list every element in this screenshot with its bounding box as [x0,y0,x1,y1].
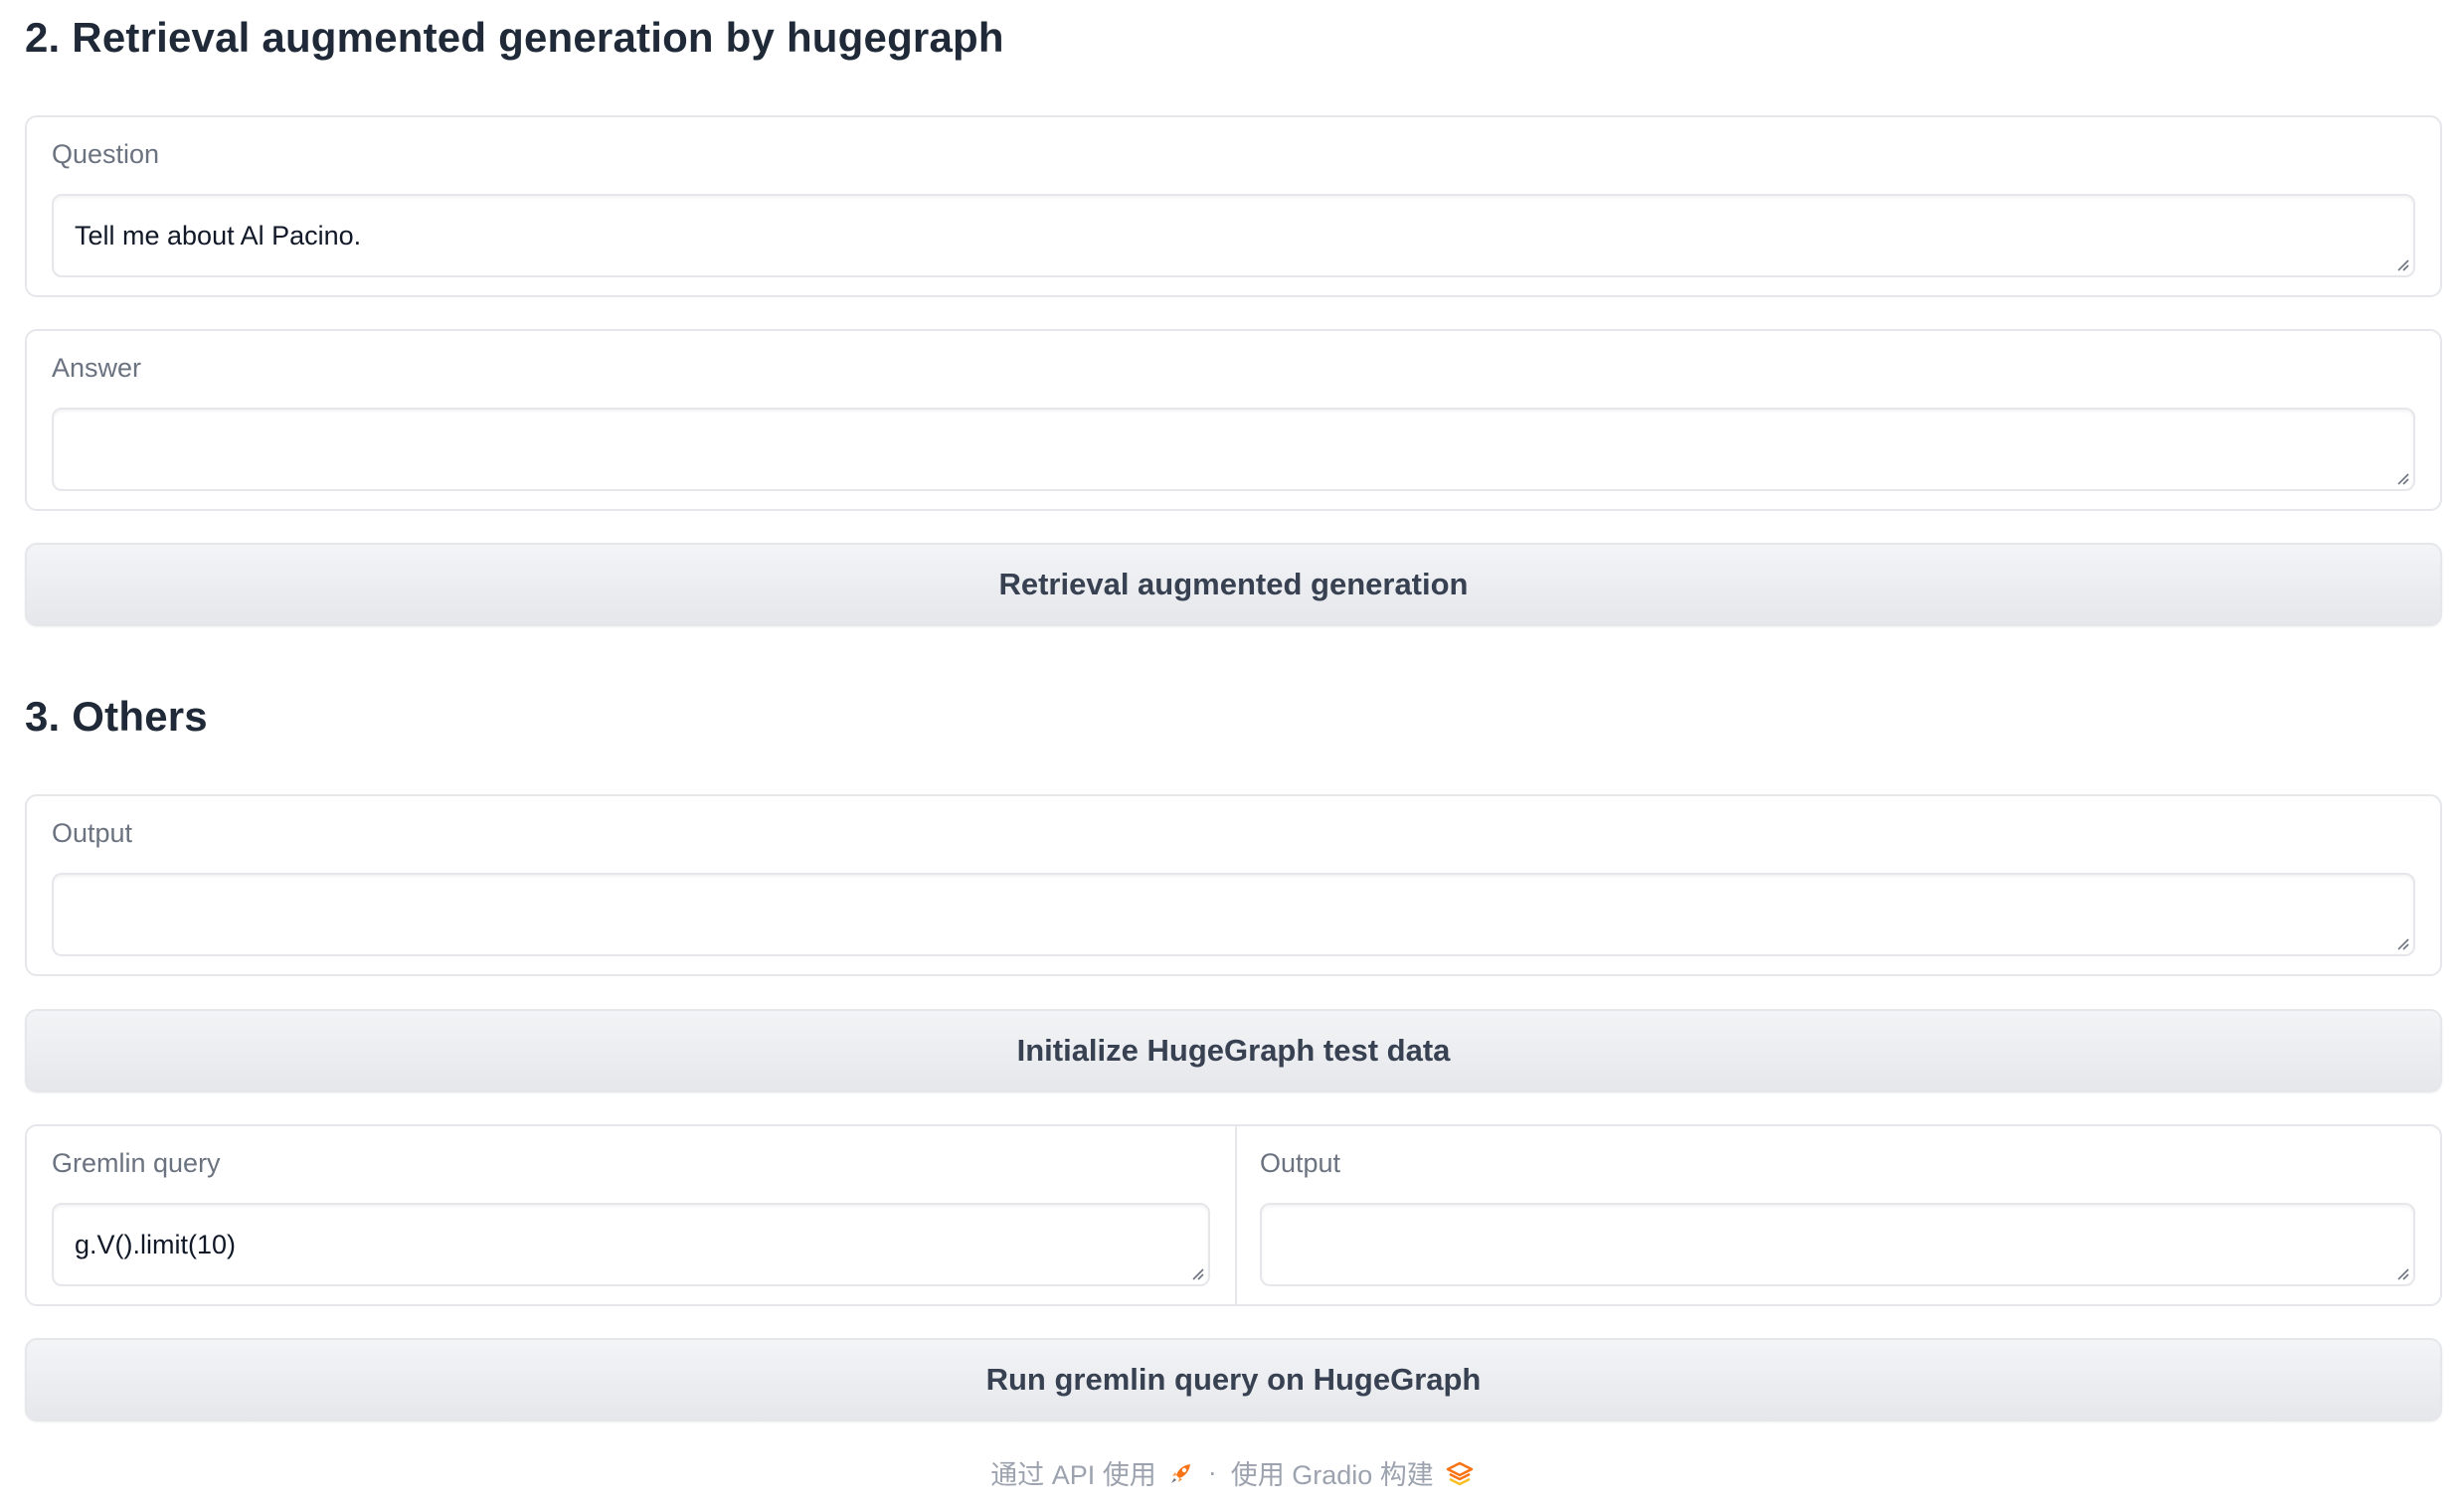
gremlin-query-label: Gremlin query [52,1148,221,1178]
answer-block: Answer [25,329,2442,511]
question-label: Question [52,139,160,169]
resize-handle-icon[interactable] [2393,469,2409,485]
gremlin-output-label: Output [1260,1148,1341,1178]
gradio-logo-icon [1446,1461,1473,1485]
question-block: Question Tell me about Al Pacino. [25,115,2442,297]
resize-handle-icon[interactable] [1188,1264,1204,1280]
run-gremlin-button[interactable]: Run gremlin query on HugeGraph [25,1338,2442,1421]
resize-handle-icon[interactable] [2393,934,2409,950]
rocket-icon [1170,1463,1190,1483]
answer-output[interactable] [52,408,2415,491]
output-block: Output [25,794,2442,976]
gremlin-query-value: g.V().limit(10) [75,1229,237,1259]
output-field[interactable] [52,873,2415,956]
gremlin-row: Gremlin query g.V().limit(10) Output [25,1124,2442,1306]
init-test-data-button[interactable]: Initialize HugeGraph test data [25,1009,2442,1092]
rag-button[interactable]: Retrieval augmented generation [25,543,2442,626]
gradio-link-label: 使用 Gradio 构建 [1230,1460,1434,1490]
section-title-rag: 2. Retrieval augmented generation by hug… [25,14,1004,61]
gradio-link[interactable]: 使用 Gradio 构建 [1231,1453,1474,1492]
footer: 通过 API 使用 · 使用 Gradio 构建 [0,1453,2464,1492]
answer-label: Answer [52,353,142,383]
api-link-label: 通过 API 使用 [990,1460,1156,1490]
gremlin-output-field[interactable] [1260,1203,2415,1286]
section-title-others: 3. Others [25,693,208,740]
output-label: Output [52,818,133,848]
column-divider [1235,1126,1237,1304]
api-link[interactable]: 通过 API 使用 [990,1453,1194,1492]
question-input[interactable]: Tell me about Al Pacino. [52,194,2415,277]
resize-handle-icon[interactable] [2393,1264,2409,1280]
question-value: Tell me about Al Pacino. [75,220,362,251]
resize-handle-icon[interactable] [2393,255,2409,271]
footer-separator: · [1207,1457,1217,1487]
gremlin-query-input[interactable]: g.V().limit(10) [52,1203,1210,1286]
